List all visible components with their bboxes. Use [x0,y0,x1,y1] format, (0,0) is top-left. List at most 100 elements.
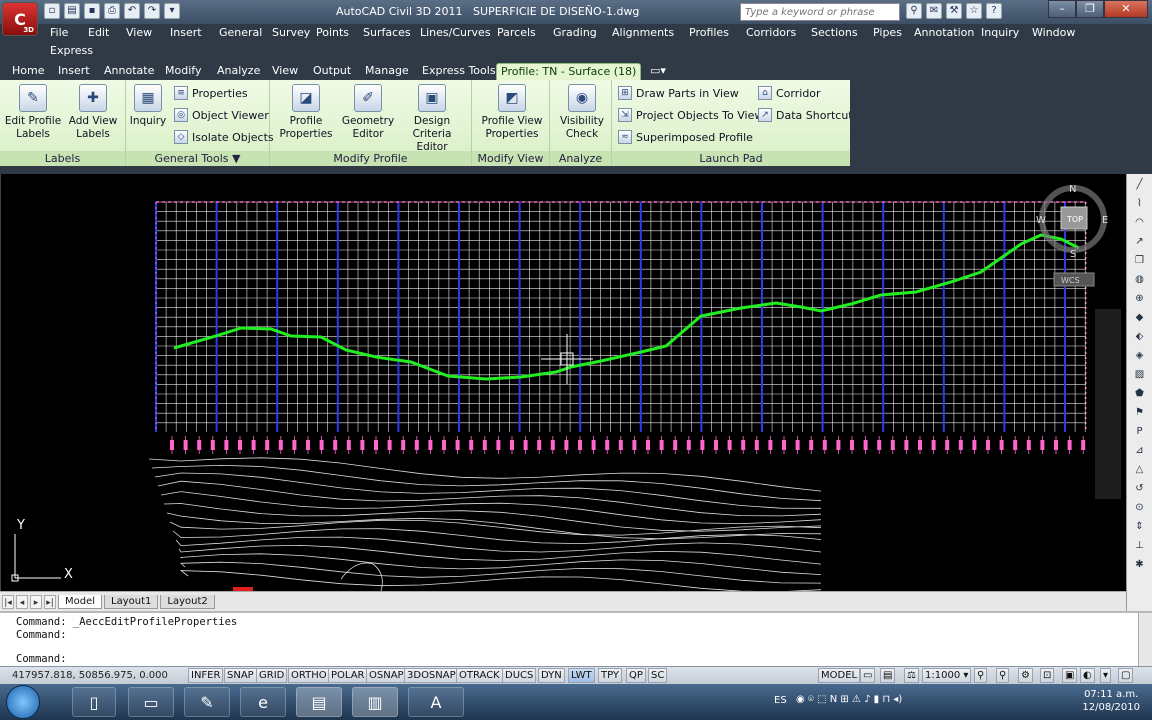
draw-parts-in-view-button[interactable]: ⊞ Draw Parts in View [618,86,739,100]
superimposed-profile-button[interactable]: ≈ Superimposed Profile [618,130,753,144]
model-space-button[interactable]: MODEL [818,668,861,683]
status-toggle-polar[interactable]: POLAR [328,668,368,683]
taskbar-app-ie[interactable]: e [240,687,286,717]
command-window[interactable]: Command: _AeccEditProfileProperties Comm… [0,611,1152,666]
status-toggle-grid[interactable]: GRID [256,668,288,683]
taskbar-app-folder[interactable]: ▭ [128,687,174,717]
viewcube-n[interactable]: N [1069,184,1076,195]
viewcube[interactable]: TOP N S E W WCS [1036,184,1108,287]
snap-tool-icon[interactable]: ⊕ [1132,291,1148,307]
menu-window[interactable]: Window [1032,26,1075,39]
taskbar-app-device[interactable]: ▯ [72,687,116,717]
menu-grading[interactable]: Grading [553,26,597,39]
binoculars-icon[interactable]: ⚲ [906,3,922,19]
status-toggle-snap[interactable]: SNAP [224,668,257,683]
tab-annotate[interactable]: Annotate [100,63,158,80]
annotation-visibility-icon[interactable]: ⚲ [974,668,988,683]
lock-icon[interactable]: ⊡ [1040,668,1055,683]
corridor-button[interactable]: ⌂ Corridor [758,86,821,100]
vertex-tool-icon[interactable]: ◈ [1132,348,1148,364]
redo-icon[interactable]: ↷ [144,3,160,19]
isolate-objects-button[interactable]: ◇ Isolate Objects [174,130,274,144]
start-button[interactable] [6,685,40,719]
command-prompt[interactable]: Command: [16,653,67,665]
rotate-tool-icon[interactable]: ↺ [1132,481,1148,497]
tab-view[interactable]: View [268,63,302,80]
design-criteria-editor-button[interactable]: ▣ Design Criteria Editor [394,84,470,154]
inquiry-button[interactable]: ▦ Inquiry [128,84,168,128]
layout-view-icon[interactable]: ▭ [860,668,876,683]
menu-insert[interactable]: Insert [170,26,202,39]
status-toggle-ortho[interactable]: ORTHO [288,668,330,683]
tab-analyze[interactable]: Analyze [213,63,264,80]
minimize-button[interactable]: – [1048,0,1076,18]
annotation-scale-dropdown[interactable]: 1:1000 ▾ [922,668,972,683]
tab-layout2[interactable]: Layout2 [160,594,215,609]
status-toggle-tpy[interactable]: TPY [598,668,623,683]
tab-profile-contextual[interactable]: Profile: TN - Surface (18) [496,63,642,80]
menu-edit[interactable]: Edit [88,26,109,39]
menu-points[interactable]: Points [316,26,349,39]
arc-tool-icon[interactable]: ◠ [1132,215,1148,231]
maximize-button[interactable]: ❐ [1076,0,1104,18]
zoom-tool-icon[interactable]: ⊙ [1132,500,1148,516]
copy-tool-icon[interactable]: ❐ [1132,253,1148,269]
explode-tool-icon[interactable]: ✱ [1132,557,1148,573]
coordinate-readout[interactable]: 417957.818, 50856.975, 0.000 [12,670,168,681]
tab-modify[interactable]: Modify [161,63,205,80]
isolate-icon[interactable]: ◐ [1080,668,1095,683]
region-tool-icon[interactable]: ⬟ [1132,386,1148,402]
menu-survey[interactable]: Survey [272,26,310,39]
menu-corridors[interactable]: Corridors [746,26,796,39]
auto-scale-icon[interactable]: ⚲ [996,668,1010,683]
tools-icon[interactable]: ⚒ [946,3,962,19]
cone-tool-icon[interactable]: △ [1132,462,1148,478]
taskbar-app-explorer[interactable]: ▤ [296,687,342,717]
taskbar-app-notes[interactable]: ▥ [352,687,398,717]
menu-view[interactable]: View [126,26,152,39]
status-toggle-lwt[interactable]: LWT [568,668,595,683]
quick-view-icon[interactable]: ▤ [880,668,896,683]
language-indicator[interactable]: ES [774,695,787,706]
close-button[interactable]: ✕ [1104,0,1148,18]
menu-profiles[interactable]: Profiles [689,26,729,39]
viewcube-s[interactable]: S [1070,249,1076,260]
menu-inquiry[interactable]: Inquiry [981,26,1019,39]
help-icon[interactable]: ? [986,3,1002,19]
application-menu-button[interactable]: C 3D [2,2,38,36]
tab-output[interactable]: Output [309,63,355,80]
menu-sections[interactable]: Sections [811,26,858,39]
node-tool-icon[interactable]: ⬖ [1132,329,1148,345]
viewcube-e[interactable]: E [1102,215,1108,226]
scale-tool-icon[interactable]: ⇕ [1132,519,1148,535]
measure-tool-icon[interactable]: ⊿ [1132,443,1148,459]
undo-icon[interactable]: ↶ [124,3,140,19]
edit-profile-labels-button[interactable]: ✎ Edit Profile Labels [4,84,62,141]
line-tool-icon[interactable]: ╱ [1132,177,1148,193]
menu-pipes[interactable]: Pipes [873,26,902,39]
star-icon[interactable]: ☆ [966,3,982,19]
prev-layout-arrow[interactable]: ◂ [16,594,28,609]
last-layout-arrow[interactable]: ▸| [44,594,56,609]
menu-file[interactable]: File [50,26,68,39]
status-toggle-otrack[interactable]: OTRACK [456,668,503,683]
tab-manage[interactable]: Manage [361,63,413,80]
status-toggle-infer[interactable]: INFER [188,668,224,683]
add-view-labels-button[interactable]: ✚ Add View Labels [64,84,122,141]
menu-general[interactable]: General [219,26,262,39]
menu-parcels[interactable]: Parcels [497,26,536,39]
clean-screen-icon[interactable]: ▢ [1118,668,1134,683]
tab-model[interactable]: Model [58,594,103,609]
status-toggle-3dosnap[interactable]: 3DOSNAP [404,668,459,683]
geometry-editor-button[interactable]: ✐ Geometry Editor [340,84,396,141]
properties-button[interactable]: ≡ Properties [174,86,248,100]
tab-home[interactable]: Home [8,63,48,80]
status-toggle-qp[interactable]: QP [626,668,646,683]
tab-insert[interactable]: Insert [54,63,94,80]
visibility-check-button[interactable]: ◉ Visibility Check [554,84,610,141]
tab-express-tools[interactable]: Express Tools [418,63,500,80]
profile-properties-button[interactable]: ◪ Profile Properties [274,84,338,141]
new-icon[interactable]: ▫ [44,3,60,19]
print-icon[interactable]: ⎙ [104,3,120,19]
taskbar-app-autocad[interactable]: A [408,687,464,717]
